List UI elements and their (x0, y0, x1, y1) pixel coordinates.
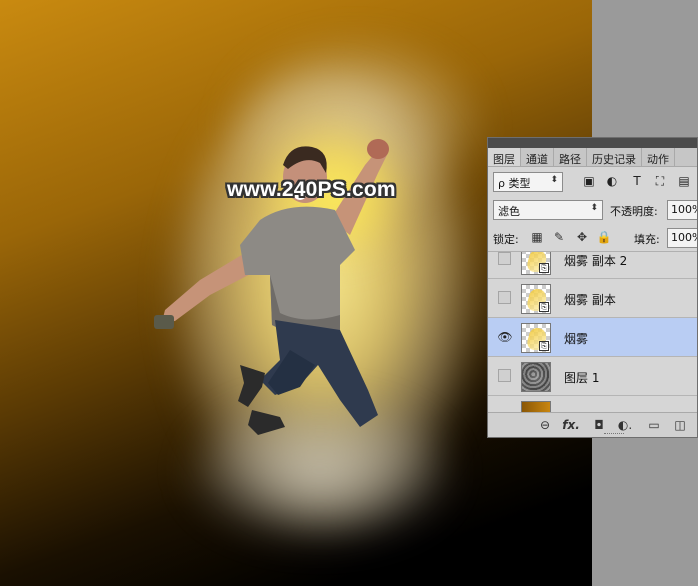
layer-row[interactable]: ⎘ 烟雾 副本 2 (488, 252, 697, 279)
fill-input[interactable]: 100% (667, 228, 697, 248)
chevron-updown-icon: ⬍ (550, 175, 558, 185)
shape-filter-icon[interactable]: ⛶ (652, 174, 668, 190)
layer-row[interactable]: 图层 1 (488, 357, 697, 396)
visibility-toggle[interactable] (498, 252, 511, 265)
opacity-input[interactable]: 100% (667, 200, 697, 220)
filter-row: ρ 类型 ⬍ ▣ ◐ T ⛶ ▤ (488, 169, 697, 195)
type-filter-icon[interactable]: T (629, 174, 645, 190)
layers-list: ⎘ 烟雾 副本 2 ⎘ 烟雾 副本 👁 ⎘ 烟雾 图层 1 (488, 252, 697, 412)
smart-object-filter-icon[interactable]: ▤ (676, 174, 692, 190)
new-layer-icon[interactable]: ◫ (671, 418, 689, 434)
image-filter-icon[interactable]: ▣ (581, 174, 597, 190)
layer-name: 烟雾 副本 2 (564, 254, 628, 268)
smart-object-icon: ⎘ (539, 302, 549, 312)
panel-title-bar[interactable] (488, 138, 697, 148)
layer-name: 烟雾 (564, 332, 589, 346)
visibility-toggle[interactable] (498, 369, 511, 382)
lock-transparent-icon[interactable]: ▦ (529, 230, 545, 246)
layer-row-selected[interactable]: 👁 ⎘ 烟雾 (488, 318, 697, 357)
tab-channels[interactable]: 通道 (521, 148, 554, 166)
layer-row[interactable] (488, 396, 697, 412)
layer-thumbnail (521, 362, 551, 392)
lock-label: 锁定: (493, 233, 519, 246)
opacity-label: 不透明度: (610, 205, 658, 218)
blend-mode-select[interactable]: 滤色 ⬍ (493, 200, 603, 220)
chevron-updown-icon: ⬍ (590, 203, 598, 213)
layer-thumbnail: ⎘ (521, 252, 551, 275)
add-mask-icon[interactable]: ◘ (590, 418, 608, 434)
resize-grip[interactable] (604, 433, 624, 436)
lock-all-icon[interactable]: 🔒 (596, 230, 612, 246)
eye-icon[interactable]: 👁 (497, 330, 513, 344)
visibility-toggle[interactable] (498, 291, 511, 304)
layer-thumbnail (521, 401, 551, 412)
fill-label: 填充: (634, 233, 660, 246)
layer-name: 烟雾 副本 (564, 293, 616, 307)
smart-object-icon: ⎘ (539, 341, 549, 351)
adjustment-layer-icon[interactable]: ◐. (616, 418, 634, 434)
tab-history[interactable]: 历史记录 (587, 148, 642, 166)
tab-layers[interactable]: 图层 (488, 148, 521, 166)
lock-position-icon[interactable]: ✥ (574, 230, 590, 246)
layer-row[interactable]: ⎘ 烟雾 副本 (488, 279, 697, 318)
layer-name: 图层 1 (564, 371, 600, 385)
link-layers-icon[interactable]: ⊖ (536, 418, 554, 434)
filter-select-label: ρ 类型 (498, 177, 531, 190)
folder-icon[interactable]: ▭ (645, 418, 663, 434)
tab-paths[interactable]: 路径 (554, 148, 587, 166)
smart-object-icon: ⎘ (539, 263, 549, 273)
blend-mode-value: 滤色 (498, 205, 520, 218)
panel-footer-toolbar: ⊖ fx. ◘ ◐. ▭ ◫ (488, 412, 697, 437)
adjustment-filter-icon[interactable]: ◐ (604, 174, 620, 190)
layer-filter-select[interactable]: ρ 类型 ⬍ (493, 172, 563, 192)
layer-thumbnail: ⎘ (521, 284, 551, 314)
tab-actions[interactable]: 动作 (642, 148, 675, 166)
lock-row: 锁定: ▦ ✎ ✥ 🔒 填充: 100% (488, 226, 697, 252)
lock-brush-icon[interactable]: ✎ (551, 230, 567, 246)
blend-row: 滤色 ⬍ 不透明度: 100% (488, 198, 697, 224)
watermark-text: www.240PS.com (227, 178, 396, 201)
layer-thumbnail: ⎘ (521, 323, 551, 353)
pixel-thumbnail-texture (522, 363, 550, 391)
jumping-man-photo (154, 139, 389, 435)
layers-panel[interactable]: 图层 通道 路径 历史记录 动作 ρ 类型 ⬍ ▣ ◐ T ⛶ ▤ 滤色 ⬍ 不… (487, 137, 698, 438)
panel-tabs: 图层 通道 路径 历史记录 动作 (488, 148, 697, 167)
fx-icon[interactable]: fx. (562, 418, 580, 434)
